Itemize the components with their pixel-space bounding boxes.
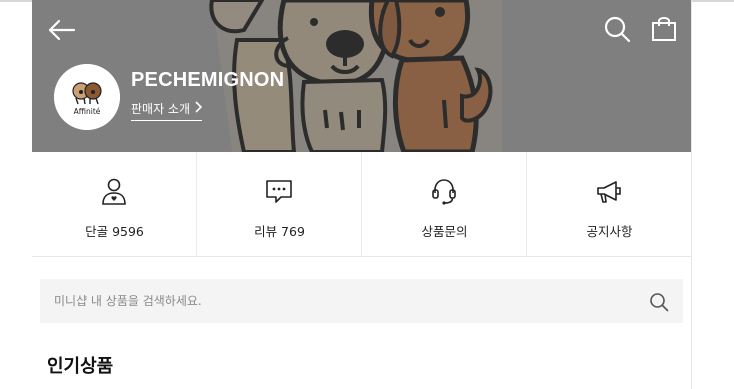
shop-name: PECHEMIGNON: [131, 69, 285, 91]
back-button[interactable]: [46, 16, 78, 44]
stat-regulars[interactable]: 단골 9596: [32, 152, 197, 256]
stat-product-inquiry-label: 상품문의: [421, 224, 468, 239]
minishop-panel: Affinité PECHEMIGNON 판매자 소개 단골 9596 리뷰 7…: [32, 0, 692, 389]
shopping-bag-icon: [652, 17, 676, 41]
arrow-left-icon: [48, 19, 76, 41]
megaphone-icon: [597, 181, 621, 203]
shop-logo-image: Affinité: [54, 64, 120, 130]
stat-reviews[interactable]: 리뷰 769: [197, 152, 362, 256]
shop-logo[interactable]: Affinité: [54, 64, 120, 130]
popular-products-title: 인기상품: [47, 356, 114, 377]
search-icon: [604, 16, 631, 43]
logo-text: Affinité: [74, 107, 101, 116]
stat-notices-label: 공지사항: [586, 224, 633, 239]
shop-banner: Affinité PECHEMIGNON 판매자 소개: [32, 0, 691, 152]
header-search-button[interactable]: [602, 14, 632, 44]
shopping-bag-button[interactable]: [649, 14, 679, 44]
stat-regulars-label: 단골 9596: [85, 224, 144, 239]
minishop-search-box[interactable]: [40, 279, 683, 323]
chevron-right-icon: [194, 101, 203, 116]
chat-bubble-icon: [266, 180, 292, 203]
person-heart-icon: [102, 178, 126, 205]
left-margin: [0, 0, 32, 389]
stat-reviews-label: 리뷰 769: [254, 224, 305, 239]
stat-product-inquiry[interactable]: 상품문의: [362, 152, 527, 256]
seller-intro-label: 판매자 소개: [131, 102, 191, 116]
search-icon[interactable]: [648, 291, 670, 313]
right-margin: [692, 0, 734, 389]
stat-notices[interactable]: 공지사항: [527, 152, 691, 256]
headset-icon: [432, 179, 456, 205]
seller-intro-link[interactable]: 판매자 소개: [131, 99, 203, 121]
shop-stats-row: 단골 9596 리뷰 769 상품문의 공지사항: [32, 152, 691, 257]
minishop-search-input[interactable]: [54, 279, 634, 323]
